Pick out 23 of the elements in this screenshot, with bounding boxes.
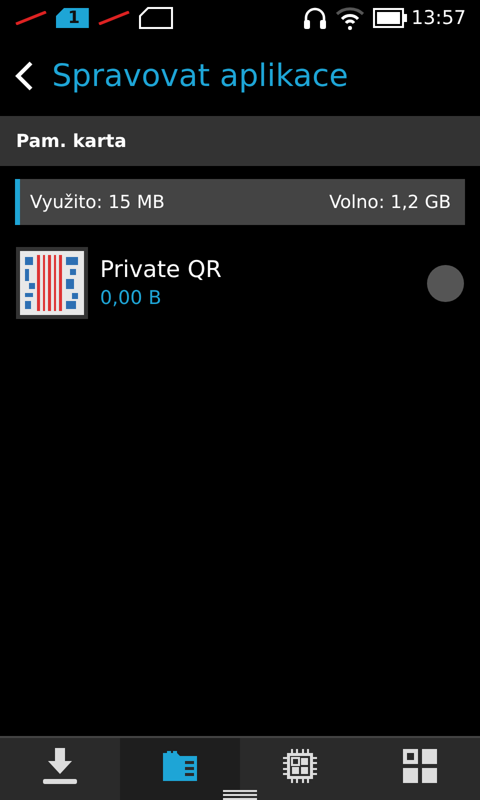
wifi-icon: [335, 6, 366, 30]
drag-handle-icon[interactable]: [223, 790, 257, 800]
used-space: Využito: 15 MB: [30, 192, 165, 212]
app-name: Private QR: [100, 257, 223, 283]
battery-icon: [373, 8, 408, 28]
status-time: 13:57: [411, 7, 466, 29]
nav-tab[interactable]: [120, 738, 240, 800]
download-icon: [43, 748, 77, 784]
back-icon: [14, 60, 34, 92]
sim-card-badge: 1: [56, 8, 89, 28]
select-checkbox[interactable]: [427, 264, 464, 302]
memory-card-icon: [163, 750, 197, 780]
barcode-app-icon: [16, 247, 88, 319]
no-signal-icon: [96, 11, 131, 25]
app-size: 0,00 B: [100, 287, 162, 309]
sim-card-icon: [138, 7, 174, 29]
apps-grid-icon: [403, 748, 437, 782]
chip-icon: [282, 748, 318, 784]
no-signal-icon: [14, 11, 48, 25]
free-space: Volno: 1,2 GB: [329, 192, 451, 212]
headphones-icon: [303, 7, 328, 29]
section-title: Pam. karta: [16, 130, 126, 152]
page-title: Spravovat aplikace: [52, 58, 348, 94]
